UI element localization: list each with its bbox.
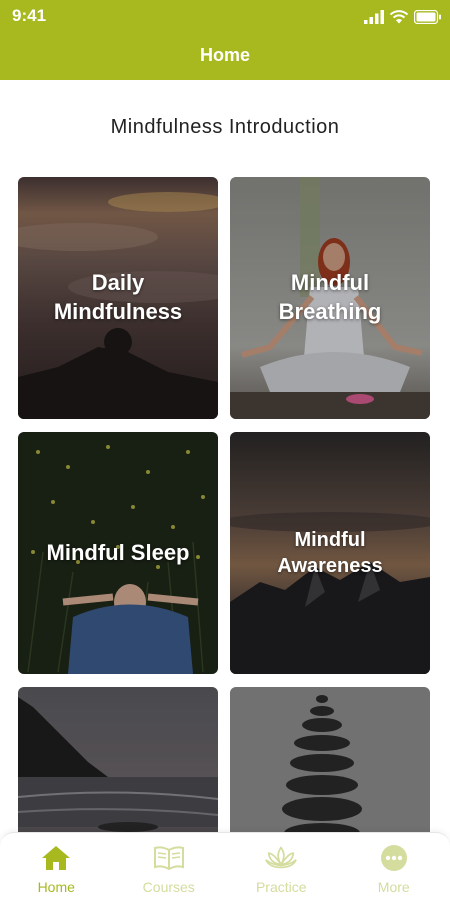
more-dots-icon [380,845,407,871]
home-icon [42,846,71,870]
tab-more[interactable]: More [338,833,450,900]
tab-label: Home [37,879,75,895]
card-title: Mindful Sleep [46,539,190,565]
card-coast[interactable] [18,687,218,832]
wifi-icon [389,10,409,24]
card-overlay [18,687,218,832]
section-title: Mindfulness Introduction [110,116,340,138]
status-icons [364,8,442,26]
status-bar: 9:41 [0,0,450,32]
battery-icon [414,10,441,24]
page-title: Home [199,45,250,65]
app-header: 9:41 Home [0,0,450,80]
card-title: Mindful Awareness [277,529,383,577]
main-content[interactable]: Mindfulness Introduction Daily Mindfulne… [0,80,450,832]
tab-label: More [377,879,410,895]
tab-home[interactable]: Home [0,833,113,900]
card-daily-mindfulness[interactable]: Daily Mindfulness [18,177,218,419]
card-mindful-awareness[interactable]: Mindful Awareness [230,432,430,674]
status-time: 9:41 [12,6,47,25]
tab-label: Practice [255,879,307,895]
card-title: Mindful Breathing [278,270,382,324]
card-stones[interactable] [230,687,430,832]
card-mindful-sleep[interactable]: Mindful Sleep [18,432,218,674]
tab-courses[interactable]: Courses [113,833,226,900]
signal-icon [364,10,384,24]
card-title: Daily Mindfulness [53,270,183,324]
tab-label: Courses [142,879,195,895]
tab-practice[interactable]: Practice [225,833,338,900]
card-mindful-breathing[interactable]: Mindful Breathing [230,177,430,419]
lotus-icon [265,846,298,869]
book-icon [153,846,184,871]
bottom-tab-bar: Home Courses Practice More [0,832,450,900]
card-overlay [230,687,430,832]
